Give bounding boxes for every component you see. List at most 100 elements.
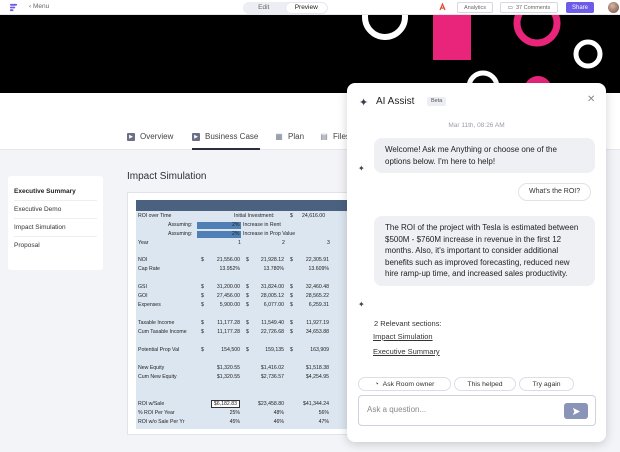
- sidebar-item-proposal[interactable]: Proposal: [14, 237, 97, 255]
- play-icon: ▶: [127, 132, 135, 141]
- table-cell: 159,135: [265, 347, 284, 353]
- row-label: GSI: [138, 284, 147, 290]
- calendar-icon: ▦: [275, 132, 283, 141]
- relevant-link-executive-summary[interactable]: Executive Summary: [373, 347, 440, 356]
- table-cell: 6,259.31: [308, 302, 329, 308]
- send-button[interactable]: [564, 403, 588, 419]
- table-cell: 56%: [318, 410, 329, 416]
- table-row: Cap Rate 13.952% 13.780% 13.609%: [136, 265, 349, 273]
- analytics-button[interactable]: Analytics: [457, 2, 493, 13]
- row-label: Cum New Equity: [138, 374, 177, 380]
- table-cell: 28,565.22: [305, 293, 329, 299]
- tab-preview[interactable]: Preview: [285, 2, 327, 13]
- sheet-row-year: Year 1 2 3: [138, 240, 330, 246]
- tab-files[interactable]: ▤ Files: [320, 132, 350, 141]
- table-cell: $1,320.55: [216, 374, 240, 380]
- row-label: New Equity: [138, 365, 165, 371]
- beta-badge: Beta: [427, 97, 447, 106]
- top-bar: ‹ Menu Edit Preview Analytics ▭ 37 Commen…: [0, 0, 620, 15]
- table-row: GSI $31,200.00 $31,824.00 $32,460.48: [136, 283, 349, 291]
- table-row: GOI $27,456.00 $28,005.12 $28,565.22: [136, 292, 349, 300]
- currency-symbol: $: [246, 329, 249, 335]
- row-label: Cum Taxable Income: [138, 329, 187, 335]
- menu-link[interactable]: ‹ Menu: [29, 3, 49, 10]
- question-input[interactable]: [367, 405, 547, 414]
- ask-box: [358, 395, 596, 426]
- table-cell: 22,726.68: [260, 329, 284, 335]
- currency-symbol: $: [246, 293, 249, 299]
- pdf-icon[interactable]: [437, 2, 448, 13]
- try-again-chip[interactable]: Try again: [519, 377, 574, 391]
- bot-answer-message: The ROI of the project with Tesla is est…: [374, 216, 595, 286]
- row-label: NOI: [138, 257, 148, 263]
- row-label: Potential Prop Val: [138, 347, 180, 353]
- tab-plan[interactable]: ▦ Plan: [275, 132, 304, 141]
- table-cell: 5,900.00: [219, 302, 240, 308]
- table-cell: 28,005.12: [260, 293, 284, 299]
- table-cell: 11,927.19: [306, 320, 329, 326]
- table-cell: $4,254.95: [305, 374, 329, 380]
- edit-preview-toggle[interactable]: Edit Preview: [243, 1, 328, 14]
- tab-business-case[interactable]: ▶ Business Case: [192, 132, 258, 141]
- avatar[interactable]: [608, 2, 619, 13]
- table-row: Cum New Equity $1,320.55 $2,736.57 $4,254.9…: [136, 373, 349, 381]
- comment-icon: ▭: [507, 4, 513, 11]
- chat-icon: ◔: [374, 380, 379, 388]
- table-cell: 47%: [318, 419, 329, 425]
- table-cell: $23,458.80: [258, 401, 284, 407]
- active-tab-indicator: [192, 148, 260, 150]
- currency-symbol: $: [290, 257, 293, 263]
- sheet-header-bar: [136, 200, 349, 211]
- share-button[interactable]: Share: [566, 2, 594, 13]
- ask-room-owner-chip[interactable]: ◔ Ask Room owner: [358, 377, 451, 391]
- currency-symbol: $: [246, 302, 249, 308]
- app-logo-icon[interactable]: [9, 3, 18, 12]
- comments-button[interactable]: ▭ 37 Comments: [500, 2, 558, 13]
- table-cell: 48%: [273, 410, 284, 416]
- table-cell: 21,556.00: [216, 257, 240, 263]
- sidebar-item-impact-simulation[interactable]: Impact Simulation: [14, 219, 97, 237]
- table-cell: $2,736.57: [260, 374, 284, 380]
- row-label: ROI w/o Sale Per Yr: [138, 419, 185, 425]
- close-icon[interactable]: ✕: [587, 94, 595, 105]
- ai-assist-panel: ✦ AI Assist Beta ✕ Mar 11th, 08:26 AM We…: [347, 83, 606, 442]
- play-icon: ▶: [192, 132, 200, 141]
- table-cell: 32,460.48: [305, 284, 329, 290]
- table-cell: 22,305.91: [305, 257, 329, 263]
- relevant-link-impact-simulation[interactable]: Impact Simulation: [373, 332, 433, 341]
- table-row: Cum Taxable Income $11,177.28 $22,726.68 $3…: [136, 328, 349, 336]
- sparkle-icon: ✦: [359, 97, 369, 109]
- sheet-row-assuming-prop: Assuming: 2% Increase in Prop Value: [168, 230, 296, 238]
- table-cell: $41,344.24: [303, 401, 329, 407]
- table-cell: 31,824.00: [260, 284, 284, 290]
- currency-symbol: $: [290, 320, 293, 326]
- table-row: ROI w/Sale $6,182.83 $23,458.80 $41,344.24: [136, 400, 349, 408]
- tab-edit[interactable]: Edit: [243, 3, 285, 13]
- this-helped-chip[interactable]: This helped: [454, 377, 516, 391]
- sidebar-item-executive-demo[interactable]: Executive Demo: [14, 201, 97, 219]
- table-cell: 45%: [229, 419, 240, 425]
- currency-symbol: $: [201, 257, 204, 263]
- currency-symbol: $: [201, 293, 204, 299]
- panel-title: AI Assist: [376, 96, 415, 107]
- table-cell: 21,928.12: [260, 257, 284, 263]
- table-cell: 27,456.00: [216, 293, 240, 299]
- currency-symbol: $: [290, 329, 293, 335]
- currency-symbol: $: [201, 284, 204, 290]
- table-cell: 46%: [273, 419, 284, 425]
- currency-symbol: $: [201, 347, 204, 353]
- table-cell: 31,200.00: [216, 284, 240, 290]
- table-row: Taxable Income $11,177.28 $11,549.40 $11,92…: [136, 319, 349, 327]
- row-label: Cap Rate: [138, 266, 160, 272]
- currency-symbol: $: [290, 347, 293, 353]
- row-label: GOI: [138, 293, 148, 299]
- currency-symbol: $: [246, 320, 249, 326]
- table-cell: 163,909: [310, 347, 329, 353]
- currency-symbol: $: [246, 284, 249, 290]
- sidebar-item-executive-summary[interactable]: Executive Summary: [14, 183, 97, 201]
- currency-symbol: $: [201, 320, 204, 326]
- tab-overview[interactable]: ▶ Overview: [127, 132, 173, 141]
- bot-welcome-message: Welcome! Ask me Anything or choose one o…: [374, 138, 595, 173]
- table-row: NOI $21,556.00 $21,928.12 $22,305.91: [136, 256, 349, 264]
- row-label: Taxable Income: [138, 320, 175, 326]
